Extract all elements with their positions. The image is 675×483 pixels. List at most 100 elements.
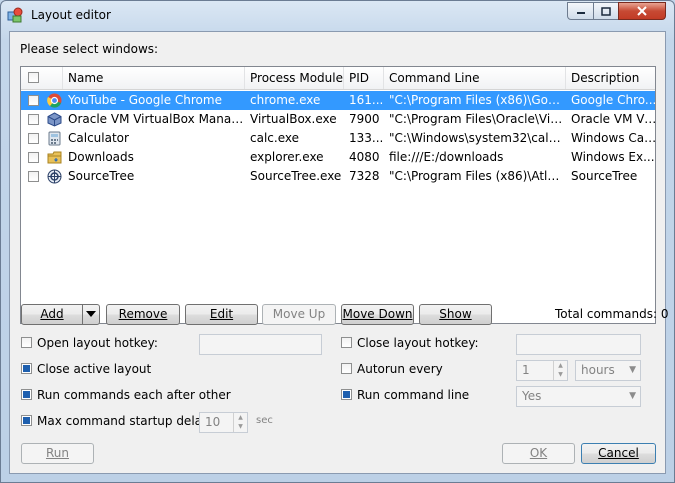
select-all-checkbox[interactable] <box>28 72 39 83</box>
open-hotkey-field[interactable] <box>199 334 322 355</box>
move-down-button[interactable]: Move Down <box>341 304 414 325</box>
folder-icon <box>47 151 62 164</box>
run-cmdline-select[interactable]: Yes ▼ <box>516 386 641 407</box>
list-header: Name Process Module PID Command Line Des… <box>21 67 655 90</box>
open-hotkey-label: Open layout hotkey: <box>37 336 158 350</box>
autorun-interval-value: 1 <box>522 363 530 377</box>
cell-module: chrome.exe <box>250 93 321 107</box>
show-button[interactable]: Show <box>419 304 492 325</box>
table-row[interactable]: Oracle VM VirtualBox Manager VirtualBox.e… <box>21 110 655 129</box>
autorun-label: Autorun every <box>357 362 443 376</box>
autorun-unit-select[interactable]: hours ▼ <box>575 360 641 381</box>
dialog-body: Please select windows: Name Process Modu… <box>9 31 669 474</box>
cell-cmd: "C:\Program Files (x86)\Atlassi... <box>389 169 566 183</box>
close-hotkey-label: Close layout hotkey: <box>357 336 479 350</box>
run-cmdline-checkbox[interactable] <box>341 389 352 400</box>
run-button[interactable]: Run <box>21 443 94 464</box>
header-select-all[interactable] <box>21 67 63 89</box>
spin-down-icon[interactable]: ▼ <box>554 370 567 379</box>
table-row[interactable]: Calculator calc.exe 133... "C:\Windows\syst… <box>21 129 655 148</box>
add-button[interactable]: Add <box>21 304 100 325</box>
header-pid[interactable]: PID <box>344 67 384 89</box>
cell-cmd: "C:\Program Files (x86)\Googl... <box>389 93 566 107</box>
cell-name: Downloads <box>68 150 134 164</box>
delay-spin-buttons[interactable]: ▲ ▼ <box>233 413 247 432</box>
row-checkbox[interactable] <box>28 171 39 182</box>
cell-cmd: "C:\Windows\system32\calc.e... <box>389 131 566 145</box>
table-row[interactable]: SourceTree SourceTree.exe 7328 "C:\Program … <box>21 167 655 186</box>
edit-button-label: Edit <box>209 307 234 321</box>
sourcetree-icon <box>47 169 62 184</box>
spin-up-icon[interactable]: ▲ <box>234 413 247 422</box>
autorun-interval-spinner[interactable]: 1 ▲ ▼ <box>516 360 568 381</box>
cell-pid: 7900 <box>349 112 380 126</box>
table-row[interactable]: Downloads explorer.exe 4080 file:///E:/down… <box>21 148 655 167</box>
minimize-button[interactable] <box>567 2 594 20</box>
max-delay-checkbox[interactable] <box>21 415 32 426</box>
cell-pid: 133... <box>349 131 384 145</box>
cell-desc: Windows Ex... <box>571 150 655 164</box>
cancel-button[interactable]: Cancel <box>581 443 656 464</box>
remove-button-label: Remove <box>118 307 168 321</box>
cell-name: YouTube - Google Chrome <box>68 93 222 107</box>
move-up-button-label: Move Up <box>272 307 326 321</box>
run-cmdline-value: Yes <box>522 389 542 403</box>
table-row[interactable]: YouTube - Google Chrome chrome.exe 161... "… <box>21 91 655 110</box>
virtualbox-icon <box>47 112 62 127</box>
max-delay-value: 10 <box>205 415 221 429</box>
chrome-icon <box>47 93 62 108</box>
maximize-button[interactable] <box>593 2 619 20</box>
show-button-label: Show <box>439 307 472 321</box>
add-button-label: Add <box>40 307 64 321</box>
spin-up-icon[interactable]: ▲ <box>554 361 567 370</box>
header-command-line[interactable]: Command Line <box>384 67 566 89</box>
autorun-spin-buttons[interactable]: ▲ ▼ <box>553 361 567 380</box>
header-description[interactable]: Description <box>566 67 655 89</box>
maximize-icon <box>601 6 611 16</box>
row-checkbox[interactable] <box>28 95 39 106</box>
ok-button[interactable]: OK <box>502 443 575 464</box>
ok-button-label: OK <box>529 446 548 460</box>
window-title: Layout editor <box>31 8 111 22</box>
run-each-label: Run commands each after other <box>37 388 231 402</box>
autorun-checkbox[interactable] <box>341 363 352 374</box>
cell-cmd: file:///E:/downloads <box>389 150 504 164</box>
move-up-button[interactable]: Move Up <box>262 304 336 325</box>
close-hotkey-checkbox[interactable] <box>341 337 352 348</box>
chevron-down-icon[interactable] <box>86 311 96 318</box>
close-window-button[interactable] <box>618 2 666 20</box>
cell-desc: Windows Cal... <box>571 131 656 145</box>
total-commands-label: Total commands: 0 <box>555 307 669 321</box>
windows-list[interactable]: Name Process Module PID Command Line Des… <box>20 66 656 324</box>
header-process-module[interactable]: Process Module <box>245 67 344 89</box>
select-windows-label: Please select windows: <box>20 42 159 56</box>
remove-button[interactable]: Remove <box>106 304 180 325</box>
cell-module: calc.exe <box>250 131 299 145</box>
header-name[interactable]: Name <box>63 67 245 89</box>
cell-pid: 161... <box>349 93 384 107</box>
row-checkbox[interactable] <box>28 114 39 125</box>
cell-desc: Google Chro... <box>571 93 656 107</box>
move-down-button-label: Move Down <box>342 307 413 321</box>
close-icon <box>637 6 647 16</box>
edit-button[interactable]: Edit <box>185 304 258 325</box>
close-hotkey-field[interactable] <box>516 334 641 355</box>
minimize-icon <box>576 12 585 14</box>
cell-module: VirtualBox.exe <box>250 112 337 126</box>
row-checkbox[interactable] <box>28 133 39 144</box>
open-hotkey-checkbox[interactable] <box>21 337 32 348</box>
max-delay-spinner[interactable]: 10 ▲ ▼ <box>199 412 248 433</box>
cell-module: explorer.exe <box>250 150 324 164</box>
cell-cmd: "C:\Program Files\Oracle\Virt... <box>389 112 566 126</box>
spin-down-icon[interactable]: ▼ <box>234 422 247 431</box>
run-each-checkbox[interactable] <box>21 389 32 400</box>
chevron-down-icon: ▼ <box>629 391 636 401</box>
title-bar[interactable]: Layout editor <box>1 1 674 31</box>
cell-desc: SourceTree <box>571 169 638 183</box>
layout-editor-window: Layout editor Please select windows: Nam… <box>0 0 675 483</box>
calculator-icon <box>48 131 61 146</box>
cell-name: Calculator <box>68 131 129 145</box>
cell-module: SourceTree.exe <box>250 169 342 183</box>
close-active-checkbox[interactable] <box>21 363 32 374</box>
row-checkbox[interactable] <box>28 152 39 163</box>
